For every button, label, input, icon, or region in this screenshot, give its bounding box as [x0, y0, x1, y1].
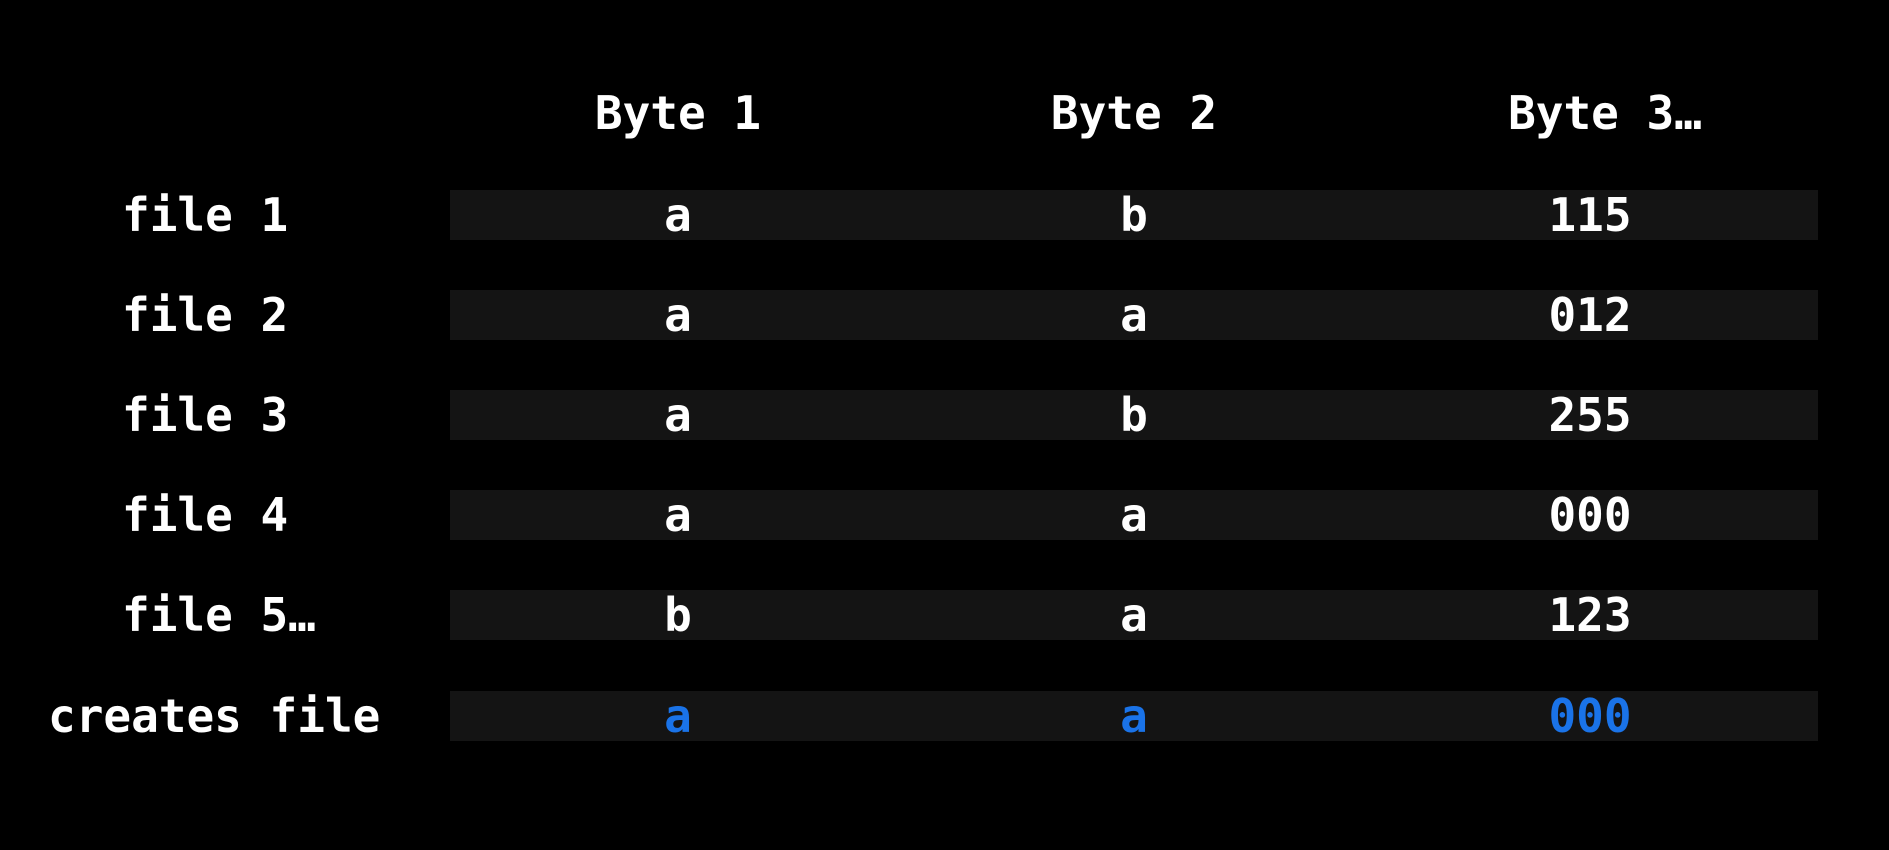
column-header-byte-3: Byte 3… [1508, 86, 1702, 140]
byte-table-diagram: Byte 1 Byte 2 Byte 3… file 1 a b 115 fil… [0, 0, 1889, 850]
table-row-result: creates file a a 000 [0, 691, 1889, 741]
table-row-file-2: file 2 a a 012 [0, 290, 1889, 340]
cell-byte-2: b [1120, 388, 1148, 442]
cell-byte-3: 012 [1548, 288, 1632, 342]
table-row-file-3: file 3 a b 255 [0, 390, 1889, 440]
cell-byte-1: a [664, 388, 692, 442]
result-cell-byte-1: a [664, 689, 692, 743]
cell-byte-1: a [664, 488, 692, 542]
cell-byte-2: a [1120, 488, 1148, 542]
row-label: file 5… [122, 588, 316, 642]
cell-byte-2: a [1120, 588, 1148, 642]
cell-byte-3: 255 [1548, 388, 1632, 442]
result-cell-byte-2: a [1120, 689, 1148, 743]
cell-byte-3: 123 [1548, 588, 1632, 642]
cell-byte-3: 115 [1548, 188, 1632, 242]
row-label: file 2 [122, 288, 289, 342]
column-header-byte-2: Byte 2 [1050, 86, 1218, 140]
result-cell-byte-3: 000 [1548, 689, 1632, 743]
table-row-file-5: file 5… b a 123 [0, 590, 1889, 640]
row-label: file 4 [122, 488, 289, 542]
column-header-byte-1: Byte 1 [594, 86, 762, 140]
cell-byte-3: 000 [1548, 488, 1632, 542]
result-label: creates file [48, 689, 381, 743]
cell-byte-1: a [664, 188, 692, 242]
row-label: file 3 [122, 388, 289, 442]
table-row-file-1: file 1 a b 115 [0, 190, 1889, 240]
cell-byte-1: a [664, 288, 692, 342]
cell-byte-2: a [1120, 288, 1148, 342]
row-label: file 1 [122, 188, 289, 242]
cell-byte-2: b [1120, 188, 1148, 242]
cell-byte-1: b [664, 588, 692, 642]
table-row-file-4: file 4 a a 000 [0, 490, 1889, 540]
